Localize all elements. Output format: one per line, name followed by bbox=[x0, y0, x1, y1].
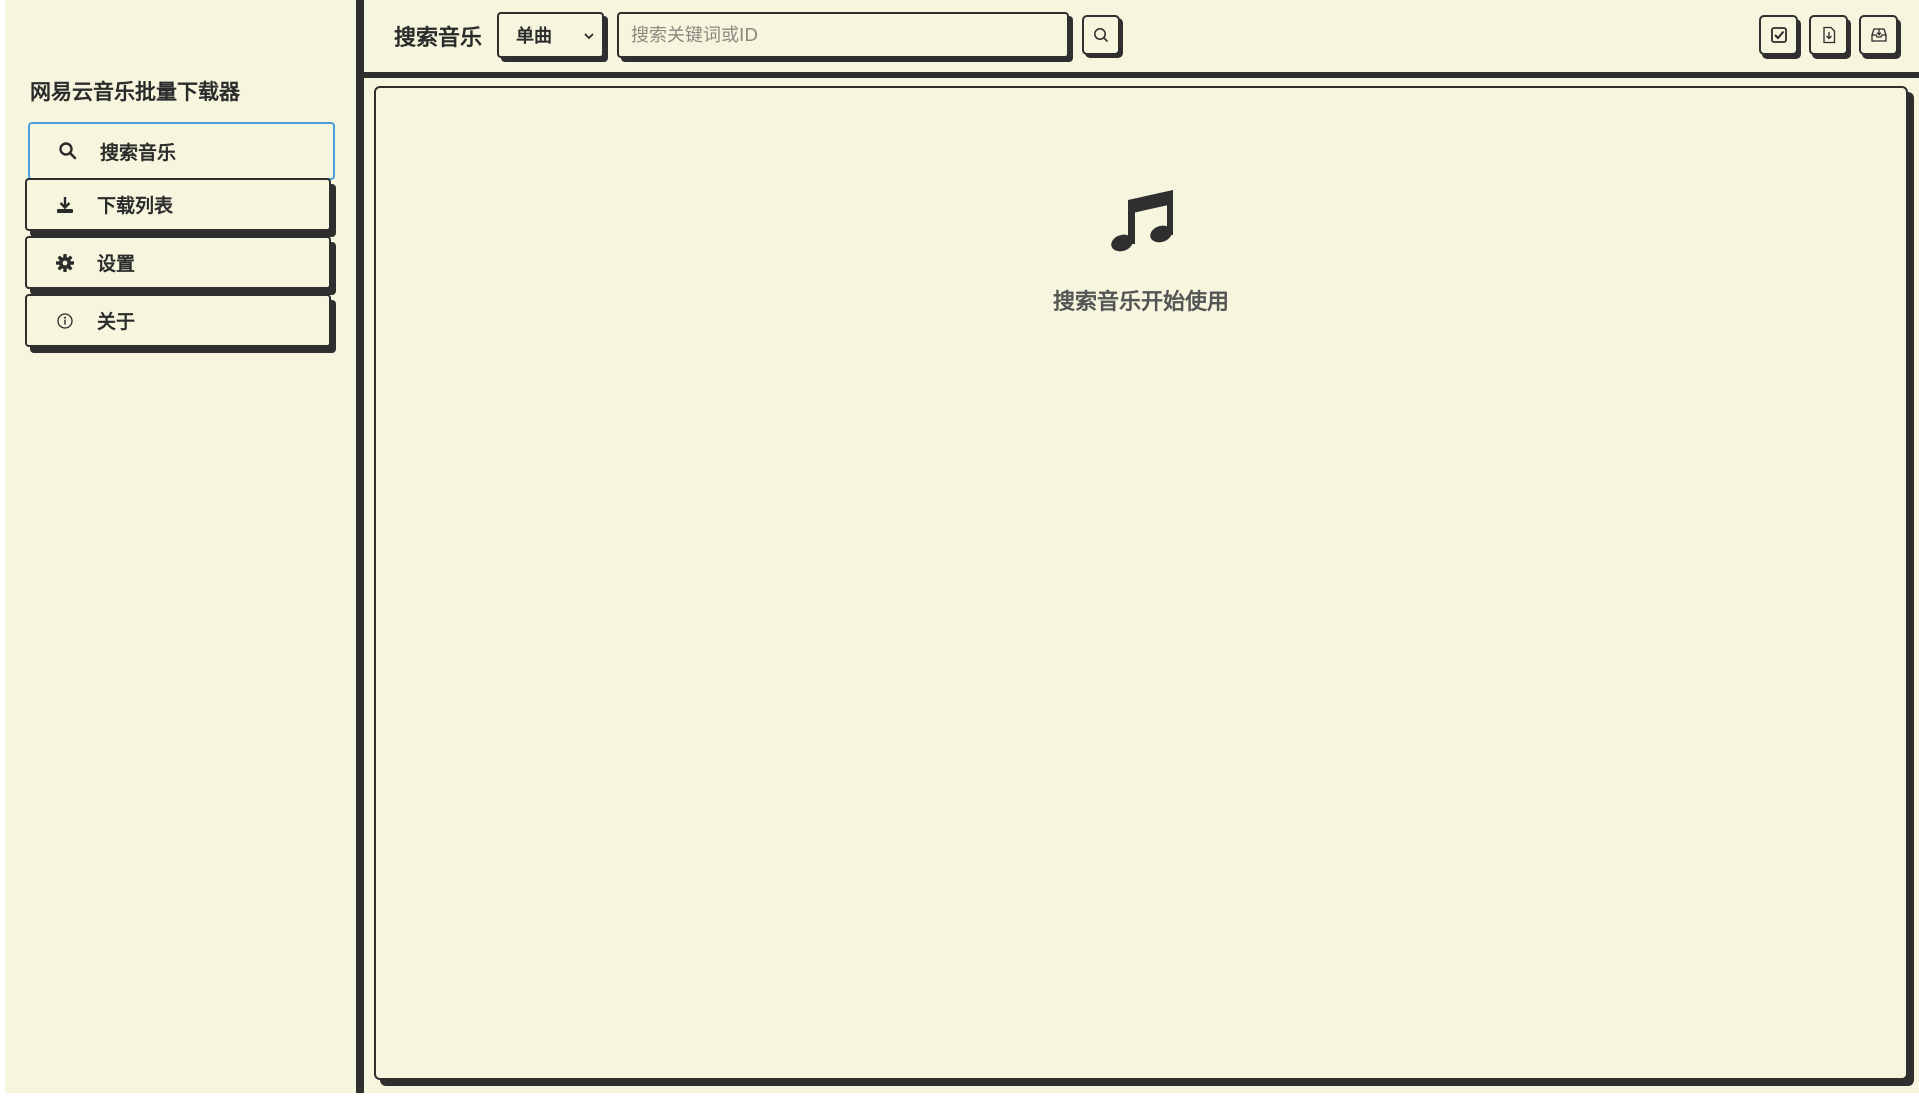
sidebar-item-about[interactable]: 关于 bbox=[25, 294, 331, 347]
search-type-select[interactable]: 单曲 bbox=[497, 12, 604, 58]
search-input[interactable] bbox=[617, 12, 1069, 58]
file-download-icon bbox=[1820, 26, 1838, 44]
search-button[interactable] bbox=[1082, 15, 1120, 55]
page-title: 搜索音乐 bbox=[394, 26, 483, 51]
sidebar-item-label: 搜索音乐 bbox=[100, 141, 177, 164]
sidebar-item-label: 设置 bbox=[97, 253, 136, 275]
sidebar-item-label: 关于 bbox=[97, 311, 136, 333]
download-selected-button[interactable] bbox=[1809, 15, 1848, 55]
select-all-button[interactable] bbox=[1759, 15, 1798, 55]
download-icon bbox=[55, 195, 75, 215]
inbox-download-icon bbox=[1870, 26, 1888, 44]
sidebar: 网易云音乐批量下载器 搜索音乐 下载列表 设置 关于 bbox=[5, 0, 356, 1093]
search-icon bbox=[1092, 26, 1110, 44]
chevron-down-icon bbox=[582, 28, 596, 47]
search-type-selected: 单曲 bbox=[516, 26, 552, 47]
sidebar-item-search[interactable]: 搜索音乐 bbox=[28, 122, 335, 180]
sidebar-item-downloads[interactable]: 下载列表 bbox=[25, 178, 331, 231]
check-square-icon bbox=[1770, 26, 1788, 44]
sidebar-item-label: 下载列表 bbox=[97, 195, 174, 217]
music-note-icon bbox=[1107, 188, 1173, 254]
empty-state-message: 搜索音乐开始使用 bbox=[1052, 290, 1229, 315]
header-divider bbox=[364, 72, 1919, 78]
info-icon bbox=[55, 311, 75, 331]
sidebar-divider bbox=[356, 0, 364, 1093]
sidebar-item-settings[interactable]: 设置 bbox=[25, 236, 331, 289]
gear-icon bbox=[55, 253, 75, 273]
header: 搜索音乐 单曲 bbox=[364, 0, 1919, 72]
results-panel: 搜索音乐开始使用 bbox=[374, 86, 1908, 1080]
search-icon bbox=[58, 141, 78, 161]
app-window: 网易云音乐批量下载器 搜索音乐 下载列表 设置 关于 搜索音乐 单曲 搜索关键词… bbox=[5, 0, 1919, 1093]
download-all-button[interactable] bbox=[1859, 15, 1898, 55]
app-title: 网易云音乐批量下载器 bbox=[30, 80, 240, 104]
